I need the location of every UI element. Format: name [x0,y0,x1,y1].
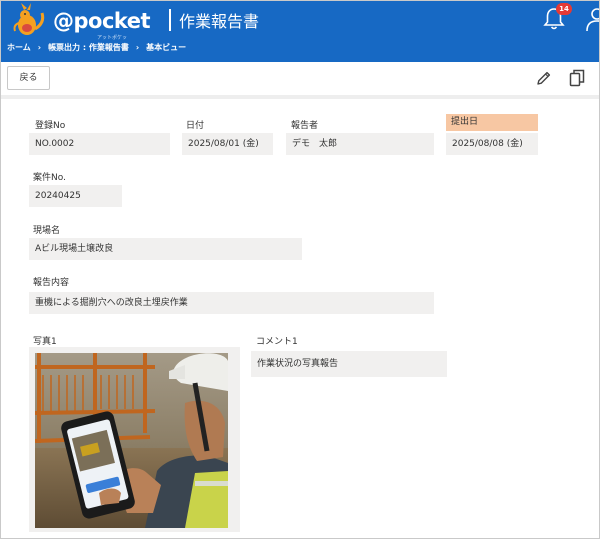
site-name-label: 現場名 [33,226,61,236]
chevron-right-icon: › [37,43,42,52]
app-window: @pocket アットポケット 作業報告書 14 ホーム › 帳票出力 : 作業… [0,0,600,539]
site-name-field: Aビル現場土壌改良 [29,238,302,260]
mascot-icon [13,3,45,35]
app-logo[interactable]: @pocket アットポケット [9,3,151,48]
breadcrumb: ホーム › 帳票出力 : 作業報告書 › 基本ビュー [7,42,186,53]
logo-text: @pocket [53,9,151,33]
registration-no-label: 登録No [35,121,66,131]
toolbar: 戻る [1,62,599,99]
page-title: 作業報告書 [179,12,260,31]
photo1-label: 写真1 [33,337,57,347]
report-content-field: 重機による掘削穴への改良土埋戻作業 [29,292,434,314]
photo1-frame [29,347,240,532]
case-no-label: 案件No. [33,173,66,183]
comment1-label: コメント1 [256,337,298,347]
back-button[interactable]: 戻る [7,66,50,90]
submission-date-field: 2025/08/08 (金) [446,133,538,155]
title-divider [169,9,171,31]
copy-icon[interactable] [569,69,585,87]
report-content-label: 報告内容 [33,278,70,288]
case-no-field: 20240425 [29,185,122,207]
date-field: 2025/08/01 (金) [182,133,273,155]
site-photo[interactable] [35,353,228,528]
submission-date-label: 提出日 [446,114,538,131]
breadcrumb-form-output[interactable]: 帳票出力 : 作業報告書 [48,42,129,53]
comment1-field: 作業状況の写真報告 [251,351,447,377]
reporter-label: 報告者 [291,121,319,131]
app-header: @pocket アットポケット 作業報告書 14 ホーム › 帳票出力 : 作業… [1,1,599,62]
breadcrumb-current-view: 基本ビュー [146,43,187,52]
chevron-right-icon: › [135,43,140,52]
reporter-field: デモ 太郎 [286,133,434,155]
notification-badge: 14 [556,3,572,15]
user-icon[interactable] [583,5,600,33]
edit-icon[interactable] [536,70,552,86]
registration-no-field: NO.0002 [29,133,170,155]
date-label: 日付 [186,121,205,131]
breadcrumb-home[interactable]: ホーム [7,42,31,53]
